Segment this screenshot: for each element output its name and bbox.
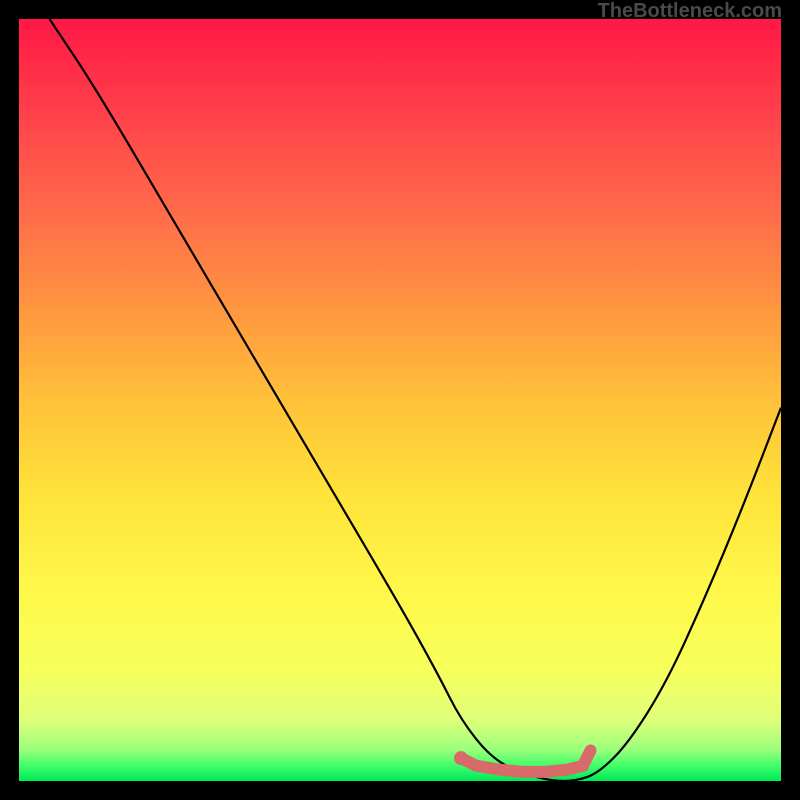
chart-svg [19, 19, 781, 781]
watermark-text: TheBottleneck.com [598, 0, 782, 23]
bottleneck-chart [19, 19, 781, 781]
optimal-range-dot [454, 751, 468, 765]
optimal-range-marker [461, 751, 591, 772]
bottleneck-curve-line [49, 19, 781, 781]
